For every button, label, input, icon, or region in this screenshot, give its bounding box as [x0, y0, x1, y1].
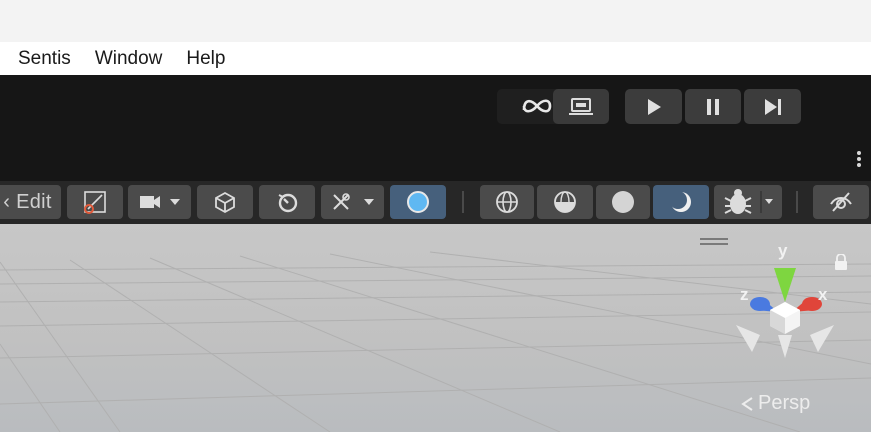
laptop-icon [569, 97, 593, 115]
cube-icon [215, 191, 235, 214]
scene-view-toolbar: ‹ Edit [0, 181, 871, 224]
visibility-toggle-button[interactable] [813, 185, 869, 219]
tools-icon [332, 193, 374, 210]
meta-infinity-icon[interactable] [520, 93, 554, 119]
toolbar-separator [796, 191, 798, 213]
kebab-menu-icon[interactable] [855, 151, 863, 171]
shaded-mode-button[interactable] [596, 185, 650, 219]
tools-dropdown-button[interactable] [321, 185, 384, 219]
projection-label: Persp [758, 392, 811, 414]
gauge-icon [278, 193, 298, 213]
camera-icon [139, 196, 180, 208]
shaded-wireframe-icon [554, 191, 576, 213]
draw-mode-icon [84, 191, 106, 214]
pause-button[interactable] [685, 89, 741, 124]
wireframe-mode-button[interactable] [480, 185, 534, 219]
shaded-wireframe-mode-button[interactable] [537, 185, 593, 219]
play-icon [647, 98, 661, 115]
pause-icon [707, 98, 719, 115]
overlay-drag-handle[interactable] [700, 238, 728, 246]
chevron-left-icon [741, 396, 753, 411]
gizmo-axis-z-label: z [740, 285, 749, 304]
toolbar-separator [462, 191, 464, 213]
menu-window[interactable]: Window [95, 48, 163, 70]
edit-button[interactable]: ‹ Edit [0, 185, 61, 219]
wireframe-sphere-icon [496, 191, 518, 213]
menu-help[interactable]: Help [186, 48, 225, 70]
step-forward-icon [764, 98, 781, 115]
camera-dropdown-button[interactable] [128, 185, 191, 219]
gizmo-axis-y-label: y [778, 241, 788, 260]
gauge-button[interactable] [259, 185, 315, 219]
main-toolbar [0, 75, 871, 181]
lighting-toggle-button[interactable] [390, 185, 446, 219]
bug-icon [724, 189, 773, 214]
play-button[interactable] [625, 89, 682, 124]
menu-sentis[interactable]: Sentis [18, 48, 71, 70]
gizmo-axis-x-label: x [818, 285, 828, 304]
shaded-sphere-icon [612, 191, 634, 213]
window-titlebar [0, 0, 871, 42]
unlit-mode-button[interactable] [653, 185, 709, 219]
cube-button[interactable] [197, 185, 253, 219]
device-simulator-button[interactable] [553, 89, 609, 124]
unlit-sphere-icon [669, 191, 691, 212]
edit-label: ‹ Edit [3, 190, 52, 213]
visibility-icon [830, 192, 852, 212]
draw-mode-button[interactable] [67, 185, 123, 219]
sphere-light-icon [407, 191, 429, 213]
step-button[interactable] [744, 89, 801, 124]
menu-bar: Sentis Window Help [0, 42, 871, 75]
projection-toggle[interactable]: Persp [740, 392, 810, 415]
debug-dropdown-button[interactable] [714, 185, 782, 219]
